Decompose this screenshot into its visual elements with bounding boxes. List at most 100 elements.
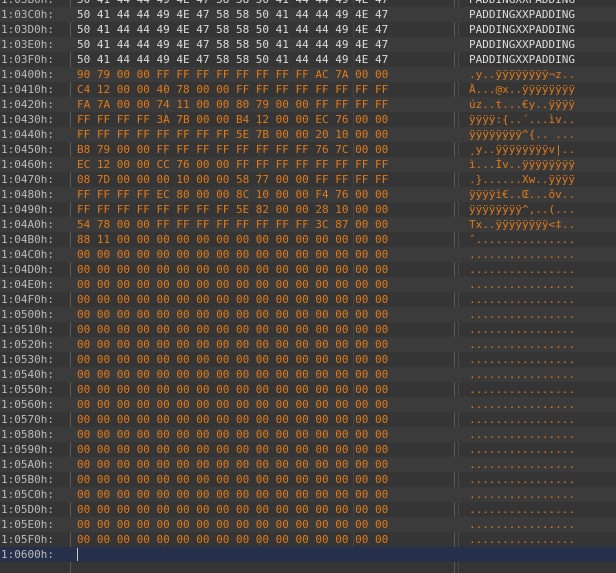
hex-row[interactable]: 1:04A0h: 54 78 00 00 FF FF FF FF FF FF FF… [0, 217, 616, 232]
row-ascii[interactable]: ................ [469, 502, 616, 517]
row-hex-bytes[interactable]: 00 00 00 00 00 00 00 00 00 00 00 00 00 0… [77, 262, 453, 277]
row-hex-bytes[interactable]: 88 11 00 00 00 00 00 00 00 00 00 00 00 0… [77, 232, 453, 247]
hex-row[interactable]: 1:04E0h: 00 00 00 00 00 00 00 00 00 00 00… [0, 277, 616, 292]
row-hex-bytes[interactable]: 00 00 00 00 00 00 00 00 00 00 00 00 00 0… [77, 517, 453, 532]
hex-row[interactable]: 1:0400h: 90 79 00 00 FF FF FF FF FF FF FF… [0, 67, 616, 82]
hex-row[interactable]: 1:0590h: 00 00 00 00 00 00 00 00 00 00 00… [0, 442, 616, 457]
row-ascii[interactable]: PADDINGXXPADDING [469, 7, 616, 22]
hex-row[interactable]: 1:05E0h: 00 00 00 00 00 00 00 00 00 00 00… [0, 517, 616, 532]
row-hex-bytes[interactable]: FF FF FF FF 3A 7B 00 00 B4 12 00 00 EC 7… [77, 112, 453, 127]
row-ascii[interactable]: ................ [469, 412, 616, 427]
row-hex-bytes[interactable]: 90 79 00 00 FF FF FF FF FF FF FF FF AC 7… [77, 67, 453, 82]
hex-row[interactable]: 1:04C0h: 00 00 00 00 00 00 00 00 00 00 00… [0, 247, 616, 262]
row-ascii[interactable]: ................ [469, 532, 616, 547]
row-ascii[interactable]: ................ [469, 397, 616, 412]
row-ascii[interactable]: ................ [469, 247, 616, 262]
row-ascii[interactable]: ................ [469, 262, 616, 277]
row-hex-bytes[interactable]: 00 00 00 00 00 00 00 00 00 00 00 00 00 0… [77, 442, 453, 457]
hex-row[interactable]: 1:0430h: FF FF FF FF 3A 7B 00 00 B4 12 00… [0, 112, 616, 127]
row-ascii[interactable]: Ä...@x..ÿÿÿÿÿÿÿÿ [469, 82, 616, 97]
hex-row[interactable]: 1:0530h: 00 00 00 00 00 00 00 00 00 00 00… [0, 352, 616, 367]
row-hex-bytes[interactable]: 00 00 00 00 00 00 00 00 00 00 00 00 00 0… [77, 427, 453, 442]
row-ascii[interactable]: ................ [469, 487, 616, 502]
row-ascii[interactable]: PADDINGXXPADDING [469, 52, 616, 67]
row-hex-bytes[interactable]: 50 41 44 44 49 4E 47 58 58 50 41 44 44 4… [77, 22, 453, 37]
row-hex-bytes[interactable]: 00 00 00 00 00 00 00 00 00 00 00 00 00 0… [77, 367, 453, 382]
hex-row[interactable]: 1:0450h: B8 79 00 00 FF FF FF FF FF FF FF… [0, 142, 616, 157]
hex-row[interactable]: 1:0560h: 00 00 00 00 00 00 00 00 00 00 00… [0, 397, 616, 412]
row-ascii[interactable]: ¸y..ÿÿÿÿÿÿÿÿv|.. [469, 142, 616, 157]
hex-row[interactable]: 1:0440h: FF FF FF FF FF FF FF FF 5E 7B 00… [0, 127, 616, 142]
row-ascii[interactable]: ÿÿÿÿ:{..´...ìv.. [469, 112, 616, 127]
hex-row[interactable]: 1:05C0h: 00 00 00 00 00 00 00 00 00 00 00… [0, 487, 616, 502]
hex-row[interactable]: 1:03E0h: 50 41 44 44 49 4E 47 58 58 50 41… [0, 37, 616, 52]
row-ascii[interactable]: ................ [469, 352, 616, 367]
row-ascii[interactable]: Tx..ÿÿÿÿÿÿÿÿ<‡.. [469, 217, 616, 232]
row-hex-bytes[interactable]: 54 78 00 00 FF FF FF FF FF FF FF FF 3C 8… [77, 217, 453, 232]
row-ascii[interactable]: ................ [469, 292, 616, 307]
row-ascii[interactable]: PADDINGXXPADDING [469, 37, 616, 52]
hex-row[interactable]: 1:0570h: 00 00 00 00 00 00 00 00 00 00 00… [0, 412, 616, 427]
hex-row[interactable]: 1:03B0h: 50 41 44 44 49 4E 47 58 58 50 41… [0, 0, 616, 7]
row-ascii[interactable]: PADDINGXXPADDING [469, 0, 616, 7]
hex-row[interactable]: 1:04D0h: 00 00 00 00 00 00 00 00 00 00 00… [0, 262, 616, 277]
row-hex-bytes[interactable]: 00 00 00 00 00 00 00 00 00 00 00 00 00 0… [77, 457, 453, 472]
row-hex-bytes[interactable]: 00 00 00 00 00 00 00 00 00 00 00 00 00 0… [77, 487, 453, 502]
row-ascii[interactable]: PADDINGXXPADDING [469, 22, 616, 37]
hex-row[interactable]: 1:05F0h: 00 00 00 00 00 00 00 00 00 00 00… [0, 532, 616, 547]
row-ascii[interactable]: ................ [469, 382, 616, 397]
row-hex-bytes[interactable]: C4 12 00 00 40 78 00 00 FF FF FF FF FF F… [77, 82, 453, 97]
hex-row[interactable]: 1:05A0h: 00 00 00 00 00 00 00 00 00 00 00… [0, 457, 616, 472]
row-ascii[interactable]: .}......Xw..ÿÿÿÿ [469, 172, 616, 187]
row-ascii[interactable]: úz..t...€y..ÿÿÿÿ [469, 97, 616, 112]
row-hex-bytes[interactable]: 00 00 00 00 00 00 00 00 00 00 00 00 00 0… [77, 397, 453, 412]
hex-row[interactable]: 1:04B0h: 88 11 00 00 00 00 00 00 00 00 00… [0, 232, 616, 247]
cursor-row[interactable]: 1:0600h: [0, 547, 616, 562]
hex-editor-view[interactable]: 1:03B0h: 50 41 44 44 49 4E 47 58 58 50 41… [0, 0, 616, 573]
hex-row[interactable]: 1:0540h: 00 00 00 00 00 00 00 00 00 00 00… [0, 367, 616, 382]
row-ascii[interactable]: ................ [469, 472, 616, 487]
row-ascii[interactable]: ................ [469, 307, 616, 322]
row-ascii[interactable]: ................ [469, 442, 616, 457]
row-ascii[interactable]: ÿÿÿÿÿÿÿÿ^{.. ... [469, 127, 616, 142]
row-ascii[interactable]: ................ [469, 517, 616, 532]
row-ascii[interactable]: ................ [469, 337, 616, 352]
row-hex-bytes[interactable]: 00 00 00 00 00 00 00 00 00 00 00 00 00 0… [77, 277, 453, 292]
row-hex-bytes[interactable]: 00 00 00 00 00 00 00 00 00 00 00 00 00 0… [77, 337, 453, 352]
row-ascii[interactable]: ................ [469, 367, 616, 382]
row-hex-bytes[interactable]: FF FF FF FF FF FF FF FF 5E 82 00 00 28 1… [77, 202, 453, 217]
hex-row[interactable]: 1:03F0h: 50 41 44 44 49 4E 47 58 58 50 41… [0, 52, 616, 67]
row-hex-bytes[interactable]: 50 41 44 44 49 4E 47 58 58 50 41 44 44 4… [77, 0, 453, 7]
row-hex-bytes[interactable]: 00 00 00 00 00 00 00 00 00 00 00 00 00 0… [77, 412, 453, 427]
hex-row[interactable]: 1:04F0h: 00 00 00 00 00 00 00 00 00 00 00… [0, 292, 616, 307]
hex-row[interactable]: 1:05B0h: 00 00 00 00 00 00 00 00 00 00 00… [0, 472, 616, 487]
row-hex-bytes[interactable]: 50 41 44 44 49 4E 47 58 58 50 41 44 44 4… [77, 52, 453, 67]
row-ascii[interactable]: ................ [469, 322, 616, 337]
row-hex-bytes[interactable]: 00 00 00 00 00 00 00 00 00 00 00 00 00 0… [77, 382, 453, 397]
hex-row[interactable]: 1:03D0h: 50 41 44 44 49 4E 47 58 58 50 41… [0, 22, 616, 37]
row-hex-bytes[interactable]: 00 00 00 00 00 00 00 00 00 00 00 00 00 0… [77, 532, 453, 547]
row-hex-bytes[interactable]: 00 00 00 00 00 00 00 00 00 00 00 00 00 0… [77, 307, 453, 322]
row-ascii[interactable]: ì...Ìv..ÿÿÿÿÿÿÿÿ [469, 157, 616, 172]
row-hex-bytes[interactable]: 00 00 00 00 00 00 00 00 00 00 00 00 00 0… [77, 472, 453, 487]
hex-row[interactable]: 1:0490h: FF FF FF FF FF FF FF FF 5E 82 00… [0, 202, 616, 217]
row-ascii[interactable]: ÿÿÿÿì€..Œ...ôv.. [469, 187, 616, 202]
row-ascii[interactable]: ................ [469, 277, 616, 292]
hex-row[interactable]: 1:0480h: FF FF FF FF EC 80 00 00 8C 10 00… [0, 187, 616, 202]
row-hex-bytes[interactable]: 00 00 00 00 00 00 00 00 00 00 00 00 00 0… [77, 247, 453, 262]
row-hex-bytes[interactable]: FF FF FF FF EC 80 00 00 8C 10 00 00 F4 7… [77, 187, 453, 202]
hex-row[interactable]: 1:03C0h: 50 41 44 44 49 4E 47 58 58 50 41… [0, 7, 616, 22]
row-hex-bytes[interactable]: 00 00 00 00 00 00 00 00 00 00 00 00 00 0… [77, 352, 453, 367]
hex-row[interactable]: 1:0520h: 00 00 00 00 00 00 00 00 00 00 00… [0, 337, 616, 352]
row-hex-bytes[interactable]: 50 41 44 44 49 4E 47 58 58 50 41 44 44 4… [77, 37, 453, 52]
hex-row[interactable]: 1:0580h: 00 00 00 00 00 00 00 00 00 00 00… [0, 427, 616, 442]
row-hex-bytes[interactable]: 50 41 44 44 49 4E 47 58 58 50 41 44 44 4… [77, 7, 453, 22]
row-ascii[interactable]: .y..ÿÿÿÿÿÿÿÿ¬z.. [469, 67, 616, 82]
hex-row[interactable]: 1:0420h: FA 7A 00 00 74 11 00 00 80 79 00… [0, 97, 616, 112]
row-ascii[interactable]: ................ [469, 427, 616, 442]
row-hex-bytes[interactable]: B8 79 00 00 FF FF FF FF FF FF FF FF 76 7… [77, 142, 453, 157]
hex-row[interactable]: 1:05D0h: 00 00 00 00 00 00 00 00 00 00 00… [0, 502, 616, 517]
row-hex-bytes[interactable]: FA 7A 00 00 74 11 00 00 80 79 00 00 FF F… [77, 97, 453, 112]
row-ascii[interactable]: ................ [469, 457, 616, 472]
row-ascii[interactable]: ˆ............... [469, 232, 616, 247]
